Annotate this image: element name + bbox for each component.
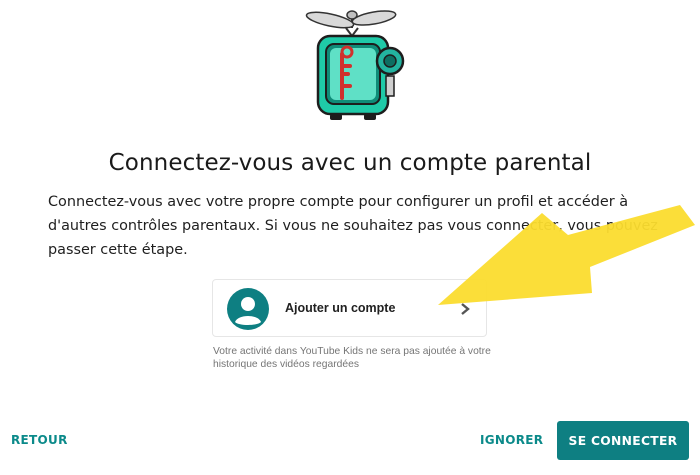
dialog-title: Connectez-vous avec un compte parental (108, 150, 592, 176)
account-circle-icon (227, 288, 269, 330)
add-account-label: Ajouter un compte (285, 301, 396, 315)
sign-in-button[interactable]: SE CONNECTER (557, 421, 689, 460)
back-button[interactable]: RETOUR (11, 433, 68, 447)
parental-tv-illustration (305, 10, 405, 120)
skip-button[interactable]: IGNORER (480, 433, 543, 447)
history-note: Votre activité dans YouTube Kids ne sera… (213, 346, 491, 370)
annotation-arrow-icon (438, 205, 695, 305)
